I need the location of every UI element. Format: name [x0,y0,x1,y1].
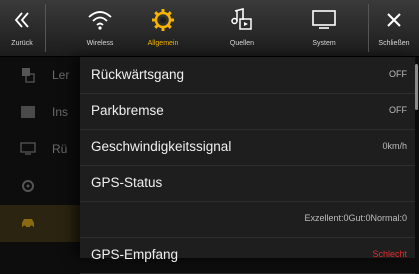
wifi-icon [70,6,130,34]
list-item-gps-reception[interactable]: GPS-Empfang Schlecht [80,237,415,274]
back-button[interactable]: Zurück [0,0,44,56]
background-menu-item: Ler [0,57,90,94]
background-menu-item: Ins [0,94,90,131]
setting-value: Exzellent:0Gut:0Normal:0 [304,213,407,223]
list-item-speed-signal[interactable]: Geschwindigkeitssignal 0km/h [80,129,415,166]
toolbar-divider [45,4,46,52]
double-chevron-left-icon [0,6,44,34]
tab-wireless-label: Wireless [86,40,114,47]
close-label: Schließen [378,40,410,47]
background-menu: Ler Ins Rü [0,57,90,258]
scrollbar[interactable] [415,64,418,110]
setting-name: Parkbremse [91,103,164,118]
background-menu-label: Rü [52,142,68,156]
tab-system[interactable]: System [294,0,354,56]
car-icon [20,215,36,231]
setting-name: GPS-Status [91,175,163,190]
tab-general-label: Allgemein [147,40,179,47]
background-menu-label: Ins [52,105,69,119]
gear-icon [20,178,36,194]
setting-value: OFF [389,69,407,79]
tab-general[interactable]: Allgemein [133,0,193,56]
monitor-icon [294,6,354,34]
tab-wireless[interactable]: Wireless [70,0,130,56]
gear-icon [133,6,193,34]
setting-value: 0km/h [382,141,407,151]
setting-name: Rückwärtsgang [91,67,185,82]
background-menu-item [0,205,90,242]
setting-value: OFF [389,105,407,115]
top-toolbar: Zurück Wireless Allgemein Quellen System… [0,0,419,57]
background-menu-label: Ler [52,68,70,82]
tab-system-label: System [312,40,336,47]
tab-sources-label: Quellen [229,40,255,47]
close-button[interactable]: Schließen [369,0,419,56]
background-menu-item: Rü [0,131,90,168]
display-icon [20,141,36,157]
vehicle-status-panel: Rückwärtsgang OFF Parkbremse OFF Geschwi… [80,57,415,274]
install-icon [20,104,36,120]
music-source-icon [212,6,272,34]
back-label: Zurück [11,40,33,47]
tab-sources[interactable]: Quellen [212,0,272,56]
list-item-gps-status[interactable]: GPS-Status [80,165,415,202]
setting-name: Geschwindigkeitssignal [91,139,232,154]
close-icon [369,6,419,34]
list-item-reverse-gear[interactable]: Rückwärtsgang OFF [80,57,415,94]
list-item-parking-brake[interactable]: Parkbremse OFF [80,93,415,130]
language-icon [20,67,36,83]
background-menu-item [0,168,90,205]
setting-name: GPS-Empfang [91,247,179,262]
list-item-gps-quality: Exzellent:0Gut:0Normal:0 [80,201,415,238]
